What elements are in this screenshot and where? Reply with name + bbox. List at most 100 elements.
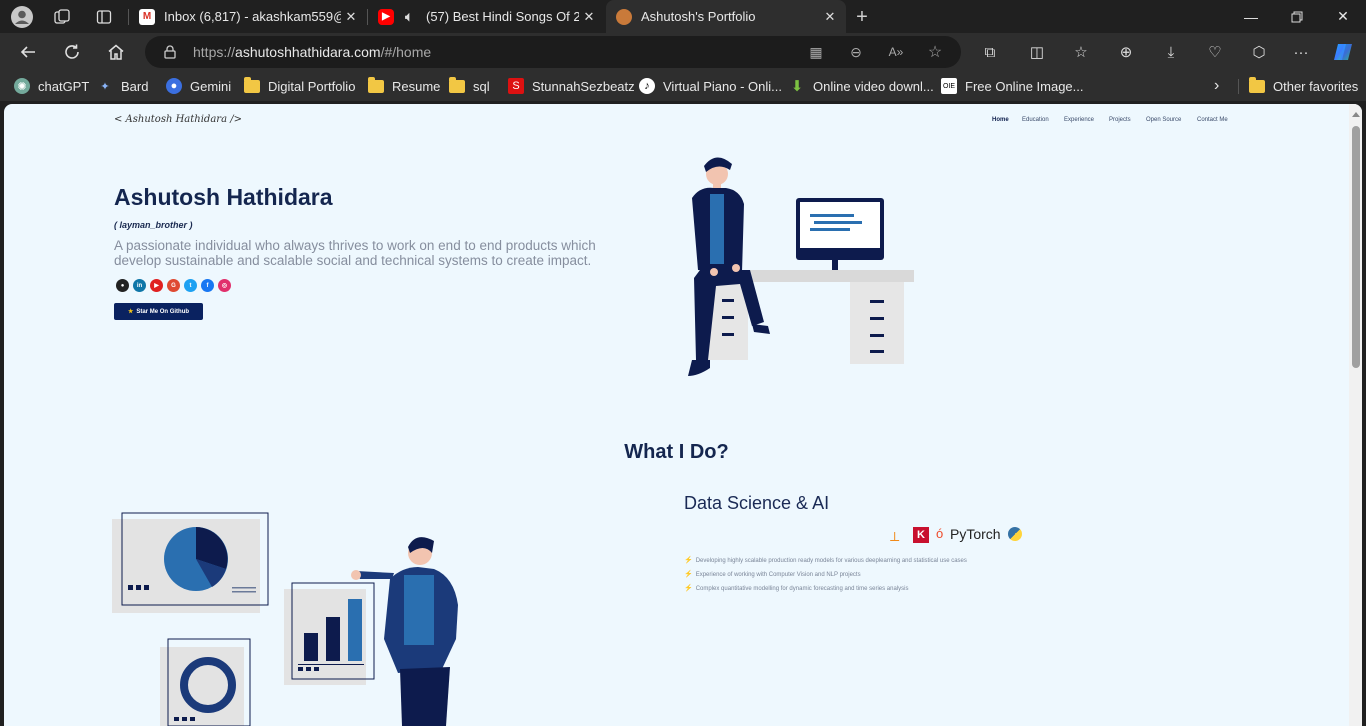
lock-icon[interactable] [163,45,177,59]
bookmark-sql[interactable]: sql [449,76,490,96]
scrollbar-thumb[interactable] [1352,126,1360,368]
star-github-button[interactable]: ★ Star Me On Github [114,303,203,320]
close-icon[interactable]: ✕ [579,9,599,25]
tab-portfolio[interactable]: Ashutosh's Portfolio ✕ [606,0,846,33]
lightning-icon: ⚡ [684,585,693,592]
extensions-icon[interactable]: ⧉ [979,41,1001,63]
download-arrow-icon: ⬇ [790,78,804,95]
youtube-icon: ▶ [378,8,394,25]
close-icon[interactable]: ✕ [820,9,840,25]
speaker-icon[interactable]: 🔈︎ [401,9,417,25]
gemini-icon: ● [166,78,182,94]
settings-more-icon[interactable]: ··· [1290,41,1312,63]
pytorch-label: PyTorch [950,526,1001,542]
python-icon [1008,527,1022,541]
performance-icon[interactable]: ⬡ [1248,41,1270,63]
bookmark-resume[interactable]: Resume [368,76,440,96]
workspaces-icon[interactable] [50,5,74,29]
site-icon: S [508,78,524,94]
nav-home[interactable]: Home [992,117,1009,123]
site-logo[interactable]: < Ashutosh Hathidara /> [114,114,242,125]
folder-icon [244,76,260,93]
page-scrollbar[interactable] [1349,104,1362,726]
favorite-star-icon[interactable]: ☆ [926,43,944,61]
youtube-social-icon[interactable]: ▶ [150,279,163,292]
instagram-icon[interactable]: ◎ [218,279,231,292]
lightning-icon: ⚡ [684,557,693,564]
nav-education[interactable]: Education [1022,117,1049,123]
bookmark-free-online-image[interactable]: OIE Free Online Image... [941,76,1084,96]
read-aloud-icon[interactable]: A» [887,43,905,61]
nav-projects[interactable]: Projects [1109,117,1131,123]
star-icon: ★ [127,309,134,315]
nav-contact-me[interactable]: Contact Me [1197,117,1228,123]
bookmarks-bar: ✺ chatGPT ✦ Bard ● Gemini Digital Portfolio… [0,71,1366,101]
back-icon[interactable] [14,38,42,66]
restore-icon[interactable] [1274,0,1320,33]
tab-strip: M Inbox (6,817) - akashkam559@gmail.com … [0,0,1366,33]
piano-icon: ♪ [639,78,655,94]
gmail-icon: M [139,8,155,25]
folder-icon [368,76,384,93]
bard-icon: ✦ [100,80,110,93]
hero-handle: ( layman_brother ) [114,220,193,230]
bookmark-bard[interactable]: ✦ Bard [97,76,148,96]
bullet-item: ⚡ Experience of working with Computer Vis… [684,571,861,578]
app-available-icon[interactable]: ▦ [807,43,825,61]
section-title: What I Do? [624,441,729,463]
home-icon[interactable] [102,38,130,66]
bookmark-virtual-piano[interactable]: ♪ Virtual Piano - Onli... [639,76,782,96]
web-page: < Ashutosh Hathidara /> Home Education E… [4,104,1362,726]
tab-title: Ashutosh's Portfolio [641,9,756,24]
bookmark-gemini[interactable]: ● Gemini [166,76,231,96]
zoom-icon[interactable]: ⊖ [847,43,865,61]
bookmark-video-downloader[interactable]: ⬇ Online video downl... [789,76,934,96]
lightning-icon: ⚡ [684,571,693,578]
new-tab-icon[interactable]: + [850,5,874,29]
favorites-icon[interactable]: ☆ [1070,41,1092,63]
folder-icon [449,76,465,93]
pytorch-icon: ó [936,526,944,541]
browser-essentials-icon[interactable]: ♡ [1204,41,1226,63]
github-icon[interactable]: ● [116,279,129,292]
downloads-icon[interactable]: ⤓ [1160,41,1182,63]
address-bar[interactable]: https://ashutoshhathidara.com/#/home ▦ ⊖… [145,36,961,68]
bookmark-digital-portfolio[interactable]: Digital Portfolio [244,76,355,96]
chevron-right-icon[interactable]: › [1214,76,1219,96]
split-screen-icon[interactable]: ◫ [1026,41,1048,63]
vertical-tabs-icon[interactable] [92,5,116,29]
copilot-icon[interactable] [1332,41,1354,63]
google-icon[interactable]: G [167,279,180,292]
tab-title: (57) Best Hindi Songs Of 2023 [426,9,579,24]
facebook-icon[interactable]: f [201,279,214,292]
profile-avatar-icon[interactable] [10,5,34,29]
url-text[interactable]: https://ashutoshhathidara.com/#/home [193,44,431,60]
chatgpt-icon: ✺ [14,78,30,94]
tab-gmail[interactable]: M Inbox (6,817) - akashkam559@gmail.com … [129,0,367,33]
nav-experience[interactable]: Experience [1064,117,1094,123]
tab-youtube[interactable]: ▶ 🔈︎ (57) Best Hindi Songs Of 2023 ✕ [368,0,605,33]
portfolio-favicon-icon [616,8,632,25]
window-close-icon[interactable]: ✕ [1320,0,1366,33]
skill-title: Data Science & AI [684,493,830,513]
nav-open-source[interactable]: Open Source [1146,117,1181,123]
tab-title: Inbox (6,817) - akashkam559@gmail.com [164,9,341,24]
bookmark-other-favorites[interactable]: Other favorites [1249,76,1358,96]
bullet-item: ⚡ Developing highly scalable production r… [684,557,967,564]
tensorflow-icon: ⟂ [890,528,900,544]
linkedin-icon[interactable]: in [133,279,146,292]
data-science-illustration [112,512,458,726]
keras-icon: K [913,527,929,543]
hero-illustration [688,157,914,376]
minimize-icon[interactable]: — [1228,0,1274,33]
bullet-item: ⚡ Complex quantitative modelling for dyna… [684,585,909,592]
oie-icon: OIE [941,78,957,94]
folder-icon [1249,76,1265,93]
bookmark-chatgpt[interactable]: ✺ chatGPT [14,76,89,96]
bookmark-stunnahsezbeatz[interactable]: S StunnahSezbeatz [508,76,635,96]
scroll-up-icon[interactable] [1352,112,1360,117]
refresh-icon[interactable] [58,38,86,66]
close-icon[interactable]: ✕ [341,9,361,25]
twitter-icon[interactable]: t [184,279,197,292]
collections-icon[interactable]: ⊕ [1115,41,1137,63]
